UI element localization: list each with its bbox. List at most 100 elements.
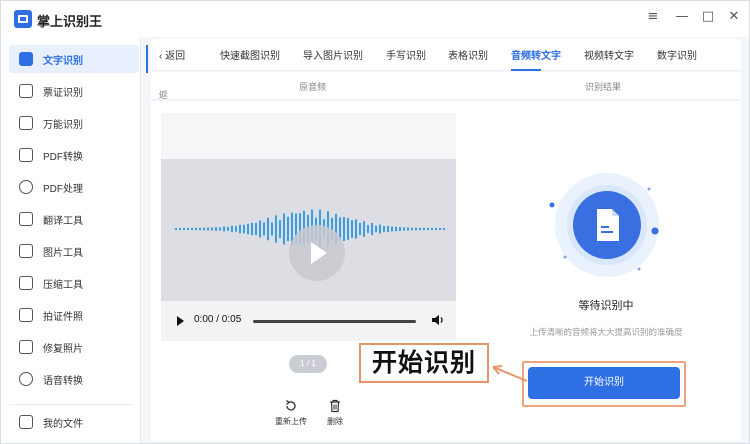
- sidebar-item-id-photo[interactable]: 拍证件照: [9, 301, 139, 329]
- sidebar-item-pdf-convert[interactable]: PDF转换: [9, 141, 139, 169]
- audio-controls: 0:00 / 0:05: [161, 301, 456, 341]
- delete-button[interactable]: 删除: [315, 399, 355, 427]
- tab-table[interactable]: 表格识别: [448, 47, 488, 62]
- sidebar-item-voice-convert[interactable]: 语音转换: [9, 365, 139, 393]
- waveform-bar: [363, 221, 365, 237]
- reupload-button[interactable]: 重新上传: [271, 399, 311, 427]
- waveform-bar: [383, 226, 385, 232]
- volume-icon[interactable]: [431, 313, 445, 327]
- voice-convert-icon: [19, 372, 33, 386]
- menu-icon[interactable]: ≡: [644, 8, 662, 26]
- waveform-bar: [267, 217, 269, 241]
- sidebar: 文字识别 票证识别 万能识别 PDF转换 PDF处理 翻译工具 图片工具 压缩工…: [1, 37, 148, 443]
- tab-audio-to-text[interactable]: 音频转文字: [511, 47, 561, 62]
- sidebar-item-label: 我的文件: [43, 418, 83, 430]
- waveform-bar: [175, 227, 177, 231]
- result-heading: 识别结果: [585, 82, 622, 92]
- waveform-bar: [227, 227, 229, 231]
- refresh-icon: [286, 399, 296, 411]
- waveform-bar: [359, 222, 361, 236]
- tab-number[interactable]: 数字识别: [657, 47, 697, 62]
- pdf-convert-icon: [19, 148, 33, 162]
- waveform-bar: [263, 222, 265, 236]
- tab-video-to-text[interactable]: 视频转文字: [584, 47, 634, 62]
- waveform-bar: [191, 227, 193, 231]
- tab-import-image[interactable]: 导入图片识别: [303, 47, 363, 62]
- active-tab-indicator: [511, 69, 541, 71]
- annotation-callout: 开始识别: [359, 343, 489, 383]
- sidebar-item-repair-photo[interactable]: 修复照片: [9, 333, 139, 361]
- sidebar-item-label: PDF转换: [43, 151, 83, 163]
- audio-player: [161, 159, 456, 301]
- waveform-bar: [203, 227, 205, 231]
- sidebar-item-translate[interactable]: 翻译工具: [9, 205, 139, 233]
- waveform-bar: [211, 227, 213, 231]
- status-title: 等待识别中: [578, 300, 634, 312]
- close-icon[interactable]: ✕: [725, 8, 743, 26]
- sidebar-item-my-files[interactable]: 我的文件: [9, 408, 139, 436]
- sidebar-item-pdf-process[interactable]: PDF处理: [9, 173, 139, 201]
- waveform-bar: [403, 227, 405, 231]
- minimize-icon[interactable]: —: [673, 8, 691, 26]
- waveform-bar: [239, 224, 241, 234]
- waveform-bar: [223, 226, 225, 232]
- tab-quick-screenshot[interactable]: 快速截图识别: [220, 47, 280, 62]
- universal-scan-icon: [19, 116, 33, 130]
- app-window: 掌上识别王 ≡ — □ ✕ 文字识别 票证识别 万能识别 PDF转换 PDF处理: [0, 0, 750, 444]
- waveform-bar: [431, 227, 433, 231]
- play-overlay-icon[interactable]: [289, 225, 345, 281]
- start-recognition-button[interactable]: 开始识别: [528, 367, 680, 399]
- pdf-process-icon: [19, 180, 33, 194]
- waveform-bar: [371, 223, 373, 235]
- sidebar-item-label: 图片工具: [43, 247, 83, 259]
- sidebar-item-label: 语音转换: [43, 375, 83, 387]
- sidebar-item-label: 万能识别: [43, 119, 83, 131]
- play-icon[interactable]: [177, 316, 184, 326]
- waveform-bar: [367, 225, 369, 233]
- waveform-bar: [235, 226, 237, 232]
- sidebar-item-label: 文字识别: [43, 55, 83, 67]
- original-audio-heading: 原音频: [299, 82, 327, 92]
- waveform-bar: [375, 225, 377, 233]
- tab-handwriting[interactable]: 手写识别: [386, 47, 426, 62]
- waveform-bar: [387, 225, 389, 233]
- waveform-bar: [199, 227, 201, 231]
- sidebar-item-image-tool[interactable]: 图片工具: [9, 237, 139, 265]
- waveform-bar: [395, 226, 397, 232]
- sidebar-item-compress[interactable]: 压缩工具: [9, 269, 139, 297]
- delete-label: 删除: [327, 417, 343, 426]
- waiting-document-icon: [549, 173, 659, 277]
- text-recognition-icon: [19, 52, 33, 66]
- sidebar-item-ticket[interactable]: 票证识别: [9, 77, 139, 105]
- sidebar-item-universal[interactable]: 万能识别: [9, 109, 139, 137]
- annotation-arrow-icon: [492, 365, 528, 382]
- reupload-label: 重新上传: [275, 417, 307, 426]
- translate-icon: [19, 212, 33, 226]
- maximize-icon[interactable]: □: [699, 8, 717, 26]
- progress-slider[interactable]: [253, 320, 416, 323]
- time-display: 0:00 / 0:05: [194, 314, 242, 325]
- sidebar-item-text-recognition[interactable]: 文字识别: [9, 45, 148, 73]
- waveform-bar: [187, 227, 189, 231]
- sidebar-item-label: PDF处理: [43, 183, 83, 195]
- waveform-bar: [347, 218, 349, 240]
- waveform-bar: [243, 224, 245, 234]
- waveform-bar: [207, 227, 209, 231]
- waveform-bar: [179, 227, 181, 231]
- waveform-bar: [407, 227, 409, 231]
- sidebar-divider: [9, 404, 133, 405]
- waveform-bar: [231, 225, 233, 233]
- waveform-bar: [379, 224, 381, 234]
- my-files-icon: [19, 415, 33, 429]
- main-content: 0:00 / 0:05 1 / 1 重新上传 删除 等待识别中 上传清晰的音频将…: [151, 101, 741, 441]
- waveform-bar: [183, 227, 185, 231]
- tab-back-label: 返回: [165, 51, 186, 62]
- tab-back[interactable]: ‹ 返回: [159, 47, 185, 62]
- waveform-bar: [259, 220, 261, 238]
- waveform-bar: [275, 215, 277, 243]
- sidebar-item-label: 压缩工具: [43, 279, 83, 291]
- waveform-bar: [391, 226, 393, 232]
- waveform-bar: [443, 227, 445, 231]
- waveform-bar: [287, 216, 289, 242]
- id-photo-icon: [19, 308, 33, 322]
